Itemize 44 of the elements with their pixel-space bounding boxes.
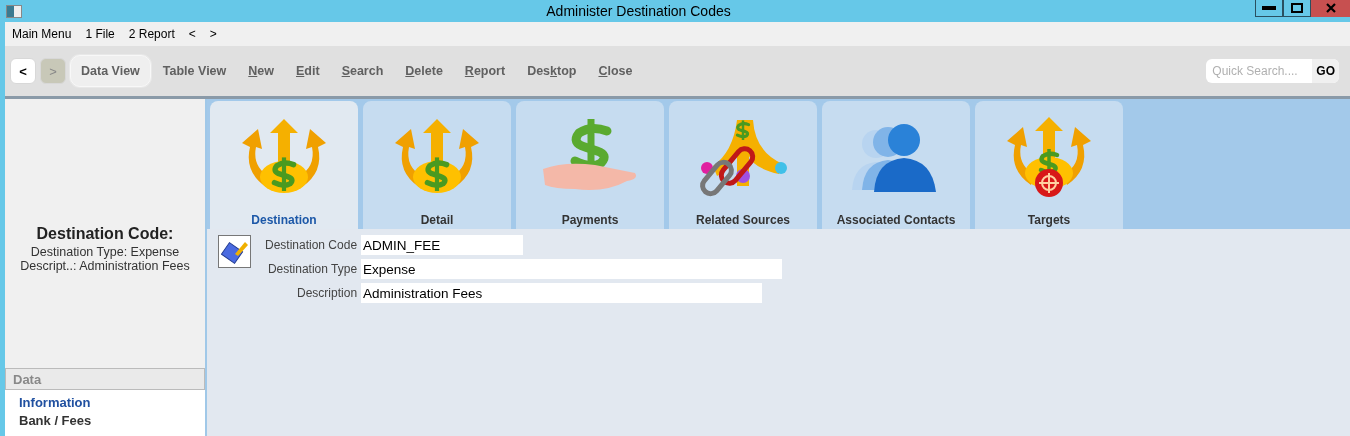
toolbar-button[interactable]: Report xyxy=(454,55,516,87)
back-button[interactable]: < xyxy=(10,58,36,84)
close-icon xyxy=(1325,3,1336,13)
tab[interactable]: Destination xyxy=(210,101,358,229)
toolbar-button[interactable]: Delete xyxy=(395,55,453,87)
nav-item[interactable]: Bank / Fees xyxy=(19,412,205,430)
toolbar-button[interactable]: Close xyxy=(588,55,643,87)
field-label: Description xyxy=(296,286,358,300)
tab[interactable]: Payments xyxy=(516,101,664,229)
go-button[interactable]: GO xyxy=(1312,59,1339,83)
field-label: Destination Code xyxy=(265,238,358,252)
menu-item[interactable]: 1 File xyxy=(85,27,115,41)
maximize-icon xyxy=(1291,3,1303,13)
field-label: Destination Type xyxy=(266,262,358,276)
toolbar-button[interactable]: Search xyxy=(331,55,394,87)
menu-item[interactable]: > xyxy=(209,27,217,41)
tab[interactable]: Detail xyxy=(363,101,511,229)
record-summary-line: Destination Type: Expense xyxy=(30,245,180,259)
minimize-icon xyxy=(1262,6,1276,10)
toolbar-button[interactable]: Table View xyxy=(152,55,237,87)
minimize-button[interactable] xyxy=(1255,0,1283,17)
input-field[interactable]: Expense xyxy=(361,259,783,279)
menu-item[interactable]: 2 Report xyxy=(128,27,175,41)
record-title: Destination Code: xyxy=(36,225,174,243)
section-header: Data xyxy=(5,368,205,390)
tab[interactable]: Targets xyxy=(975,101,1123,229)
toolbar-button[interactable]: Data View xyxy=(70,55,151,87)
edit-record-icon[interactable] xyxy=(218,235,251,268)
menu-item[interactable]: < xyxy=(188,27,196,41)
quick-search-field[interactable]: Quick Search.... GO xyxy=(1206,59,1339,83)
close-button[interactable] xyxy=(1311,0,1350,17)
toolbar-button[interactable]: Desktop xyxy=(517,55,587,87)
tab[interactable]: Related Sources xyxy=(669,101,817,229)
app-icon xyxy=(6,4,22,18)
input-field[interactable]: ADMIN_FEE xyxy=(361,235,524,255)
record-summary-line: Descript..: Administration Fees xyxy=(20,259,190,273)
menu-item[interactable]: Main Menu xyxy=(12,27,72,41)
tab[interactable]: Associated Contacts xyxy=(822,101,970,229)
input-field[interactable]: Administration Fees xyxy=(361,283,763,303)
window-title: Administer Destination Codes xyxy=(545,3,732,19)
toolbar-button[interactable]: Edit xyxy=(286,55,330,87)
nav-item[interactable]: Information xyxy=(19,394,205,412)
toolbar-button[interactable]: New xyxy=(238,55,284,87)
maximize-button[interactable] xyxy=(1283,0,1311,17)
